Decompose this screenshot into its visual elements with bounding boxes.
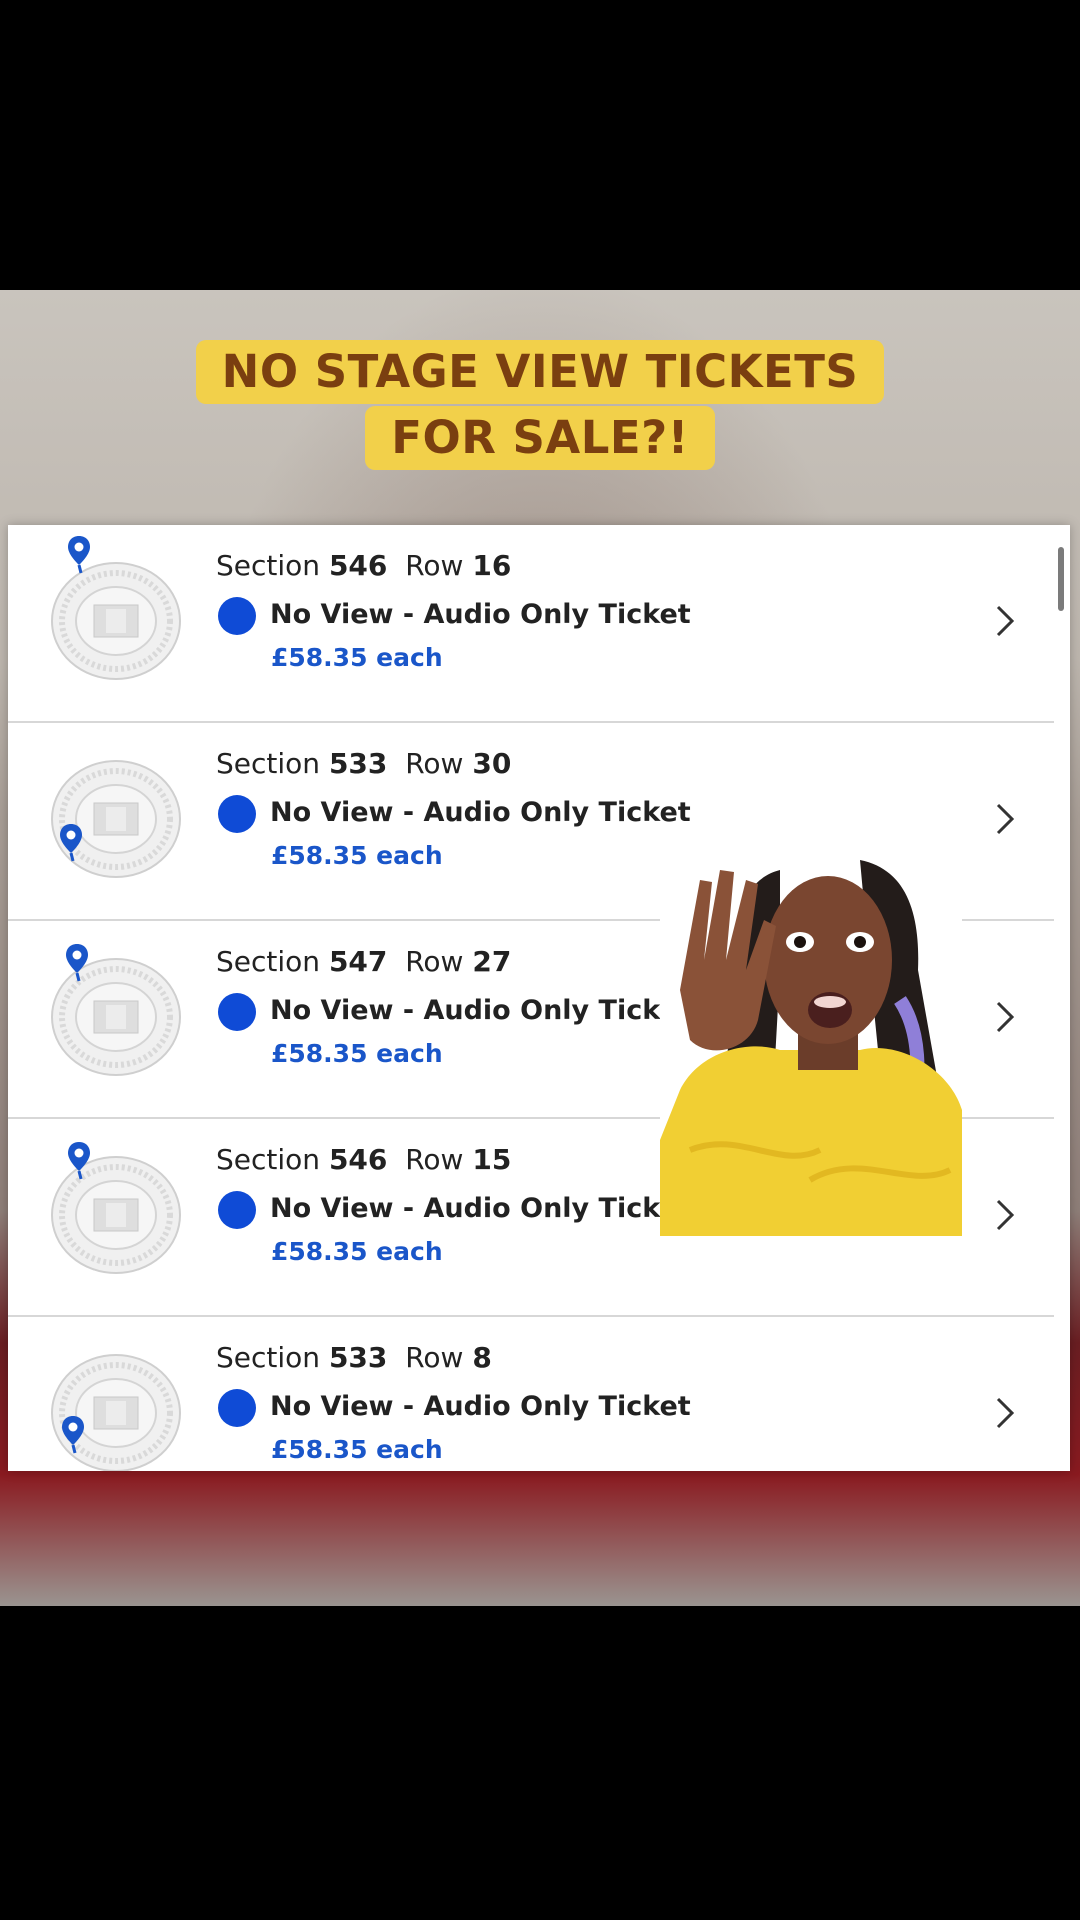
listing-title: Section 546 Row 16 xyxy=(216,549,512,582)
caption-line-1: NO STAGE VIEW TICKETS xyxy=(195,340,885,404)
location-pin-icon xyxy=(68,1142,90,1180)
chevron-right-icon[interactable] xyxy=(992,1395,1018,1431)
ticket-type: No View - Audio Only Ticket xyxy=(270,599,691,630)
location-pin-icon xyxy=(68,536,90,574)
creator-reaction-overlay xyxy=(660,850,962,1236)
ticket-price: £58.35 each xyxy=(271,1039,443,1068)
listing-title: Section 546 Row 15 xyxy=(216,1143,512,1176)
chevron-right-icon[interactable] xyxy=(992,801,1018,837)
blue-dot-icon xyxy=(218,795,256,833)
listing-title: Section 533 Row 8 xyxy=(216,1341,492,1374)
ticket-listing-row[interactable]: Section 546 Row 16 No View - Audio Only … xyxy=(8,525,1054,723)
chevron-right-icon[interactable] xyxy=(992,1197,1018,1233)
ticket-type: No View - Audio Only Ticket xyxy=(270,995,691,1026)
ticket-type: No View - Audio Only Ticket xyxy=(270,797,691,828)
chevron-right-icon[interactable] xyxy=(992,603,1018,639)
listing-title: Section 547 Row 27 xyxy=(216,945,512,978)
location-pin-icon xyxy=(60,824,82,862)
location-pin-icon xyxy=(66,944,88,982)
ticket-type: No View - Audio Only Ticket xyxy=(270,1193,691,1224)
chevron-right-icon[interactable] xyxy=(992,999,1018,1035)
scrollbar[interactable] xyxy=(1058,547,1064,611)
listing-title: Section 533 Row 30 xyxy=(216,747,512,780)
caption-line-2: FOR SALE?! xyxy=(365,406,715,470)
ticket-price: £58.35 each xyxy=(271,841,443,870)
blue-dot-icon xyxy=(218,1389,256,1427)
blue-dot-icon xyxy=(218,1191,256,1229)
blue-dot-icon xyxy=(218,597,256,635)
ticket-listing-row[interactable]: Section 533 Row 8 No View - Audio Only T… xyxy=(8,1317,1054,1471)
ticket-price: £58.35 each xyxy=(271,1435,443,1464)
ticket-price: £58.35 each xyxy=(271,643,443,672)
location-pin-icon xyxy=(62,1416,84,1454)
ticket-price: £58.35 each xyxy=(271,1237,443,1266)
letterbox-top xyxy=(0,0,1080,290)
caption: NO STAGE VIEW TICKETS FOR SALE?! xyxy=(0,340,1080,470)
video-frame: NO STAGE VIEW TICKETS FOR SALE?! Section… xyxy=(0,290,1080,1606)
blue-dot-icon xyxy=(218,993,256,1031)
ticket-type: No View - Audio Only Ticket xyxy=(270,1391,691,1422)
